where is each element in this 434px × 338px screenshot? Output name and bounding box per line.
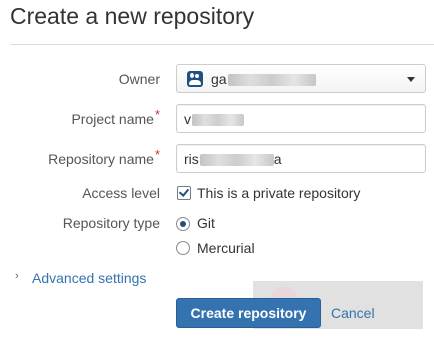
repository-name-value: ris a [184,151,282,167]
team-avatar-icon [187,71,203,87]
redacted-text [192,114,244,127]
repository-name-value-tail: a [273,151,282,167]
repository-name-label-text: Repository name [48,151,154,167]
project-name-value-text: v [184,111,191,127]
advanced-settings-link[interactable]: Advanced settings [32,270,146,286]
access-level-label: Access level [82,185,160,201]
repository-name-input[interactable]: ris a [176,144,426,173]
owner-value-text: ga [211,71,227,87]
repository-name-label: Repository name* [48,147,160,167]
git-radio-label[interactable]: Git [197,215,215,231]
mercurial-radio-label[interactable]: Mercurial [197,240,255,256]
private-repo-checkbox[interactable] [177,186,191,200]
project-name-value: v [184,111,244,127]
private-repo-label[interactable]: This is a private repository [197,185,360,201]
create-repository-button[interactable]: Create repository [176,298,321,328]
chevron-down-icon [407,77,415,82]
mercurial-radio[interactable] [176,241,190,255]
owner-select[interactable]: ga [176,64,426,93]
repository-name-value-text: ris [184,151,199,167]
required-marker: * [154,147,160,162]
page-title: Create a new repository [10,3,255,29]
chevron-right-icon[interactable]: › [15,270,19,282]
owner-label: Owner [119,71,160,87]
project-name-label: Project name* [71,107,160,127]
git-radio[interactable] [176,217,190,231]
owner-label-text: Owner [118,71,160,87]
required-marker: * [154,107,160,122]
redacted-text [199,154,274,167]
cancel-button[interactable]: Cancel [331,305,375,321]
repository-type-label: Repository type [62,215,160,231]
owner-value: ga [211,71,316,87]
project-name-label-text: Project name [71,111,154,127]
project-name-input[interactable]: v [176,104,426,133]
redacted-text [227,74,316,87]
title-divider [10,44,434,45]
